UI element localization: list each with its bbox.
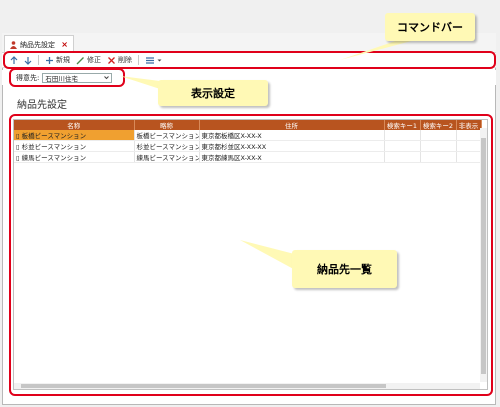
display-settings-callout: 表示設定: [158, 80, 268, 106]
command-bar-callout: コマンドバー: [385, 13, 475, 41]
delivery-list-callout: 納品先一覧: [292, 250, 397, 288]
callout-pointers: [120, 36, 430, 278]
